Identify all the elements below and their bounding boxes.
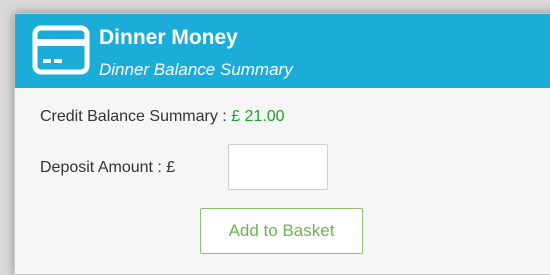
- panel-subtitle: Dinner Balance Summary: [99, 60, 293, 79]
- credit-card-icon: [32, 25, 90, 75]
- panel-title: Dinner Money: [99, 26, 238, 49]
- panel-header: Dinner Money Dinner Balance Summary: [15, 14, 550, 88]
- credit-balance-value: £ 21.00: [231, 108, 285, 125]
- deposit-amount-label: Deposit Amount : £: [40, 159, 176, 176]
- add-to-basket-button[interactable]: Add to Basket: [200, 208, 363, 254]
- credit-balance-label: Credit Balance Summary :: [40, 108, 232, 125]
- dinner-money-panel: Dinner Money Dinner Balance Summary Cred…: [14, 13, 550, 275]
- credit-balance-row: Credit Balance Summary : £ 21.00: [40, 108, 285, 126]
- deposit-amount-input[interactable]: [228, 144, 328, 190]
